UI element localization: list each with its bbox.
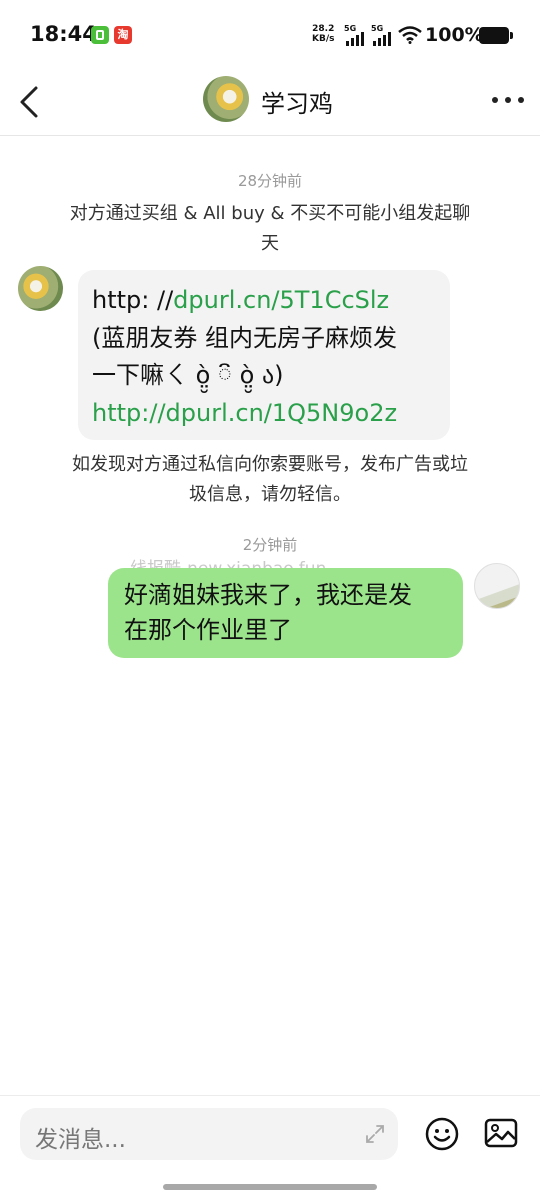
status-time: 18:44 bbox=[30, 22, 97, 46]
signal-network-type-2: 5G bbox=[371, 24, 384, 33]
home-indicator[interactable] bbox=[163, 1184, 377, 1190]
taobao-notification-icon: 淘 bbox=[114, 26, 132, 44]
battery-percentage: 100% bbox=[425, 24, 484, 46]
message-line: 在那个作业里了 bbox=[124, 616, 292, 644]
message-input[interactable]: 发消息... bbox=[20, 1108, 398, 1160]
my-avatar[interactable] bbox=[474, 563, 520, 609]
message-line: http://dpurl.cn/1Q5N9o2z bbox=[92, 395, 436, 433]
signal-strength-icon-2: 5G bbox=[371, 24, 395, 46]
message-line: http: //dpurl.cn/5T1CcSlz bbox=[92, 282, 436, 320]
app-notification-icon bbox=[91, 26, 109, 44]
message-line: 一下嘛ㄑ ὸ̤̮ ៝ ὸ̤̮ ა) bbox=[92, 361, 284, 389]
signal-strength-icon: 5G bbox=[344, 24, 368, 46]
sender-avatar[interactable] bbox=[18, 266, 63, 311]
message-link[interactable]: http://dpurl.cn/1Q5N9o2z bbox=[92, 399, 397, 427]
system-notice-line: 对方通过买组 & All buy & 不买不可能小组发起聊 bbox=[69, 203, 471, 224]
message-timestamp: 28分钟前 bbox=[237, 172, 303, 190]
expand-icon[interactable] bbox=[364, 1123, 386, 1145]
battery-icon bbox=[479, 27, 513, 44]
signal-network-type: 5G bbox=[344, 24, 357, 33]
more-options-button[interactable] bbox=[488, 88, 528, 112]
back-button[interactable] bbox=[14, 80, 54, 124]
network-speed-value: 28.2 bbox=[312, 24, 335, 34]
network-speed-unit: KB/s bbox=[312, 34, 335, 44]
message-link[interactable]: dpurl.cn/5T1CcSlz bbox=[173, 286, 389, 314]
message-line: 好滴姐妹我来了，我还是发 bbox=[124, 581, 412, 609]
message-timestamp: 2分钟前 bbox=[242, 536, 298, 554]
image-icon[interactable] bbox=[484, 1118, 518, 1148]
system-notice-line: 如发现对方通过私信向你索要账号，发布广告或垃 bbox=[72, 454, 468, 475]
message-text: http: // bbox=[92, 286, 174, 314]
chevron-left-icon bbox=[20, 86, 38, 118]
contact-avatar[interactable] bbox=[203, 76, 249, 122]
outgoing-message-bubble[interactable]: 好滴姐妹我来了，我还是发 在那个作业里了 bbox=[108, 568, 463, 658]
incoming-message-bubble[interactable]: http: //dpurl.cn/5T1CcSlz (蓝朋友券 组内无房子麻烦发… bbox=[78, 270, 450, 440]
network-speed: 28.2 KB/s bbox=[312, 24, 334, 44]
smiley-icon[interactable] bbox=[424, 1116, 460, 1152]
status-bar: 18:44 淘 28.2 KB/s 5G 5G 100% bbox=[0, 0, 540, 70]
system-notice-line: 圾信息，请勿轻信。 bbox=[189, 484, 351, 505]
contact-name[interactable]: 学习鸡 bbox=[261, 84, 333, 119]
message-line: (蓝朋友券 组内无房子麻烦发 bbox=[92, 323, 397, 352]
chat-header: 学习鸡 bbox=[0, 70, 540, 136]
wifi-icon bbox=[398, 26, 422, 44]
message-input-placeholder: 发消息... bbox=[35, 1127, 126, 1153]
system-notice-line: 天 bbox=[261, 233, 279, 254]
system-notice-warning: 如发现对方通过私信向你索要账号，发布广告或垃 圾信息，请勿轻信。 bbox=[34, 450, 506, 510]
system-notice-intro: 对方通过买组 & All buy & 不买不可能小组发起聊 天 bbox=[34, 199, 506, 259]
